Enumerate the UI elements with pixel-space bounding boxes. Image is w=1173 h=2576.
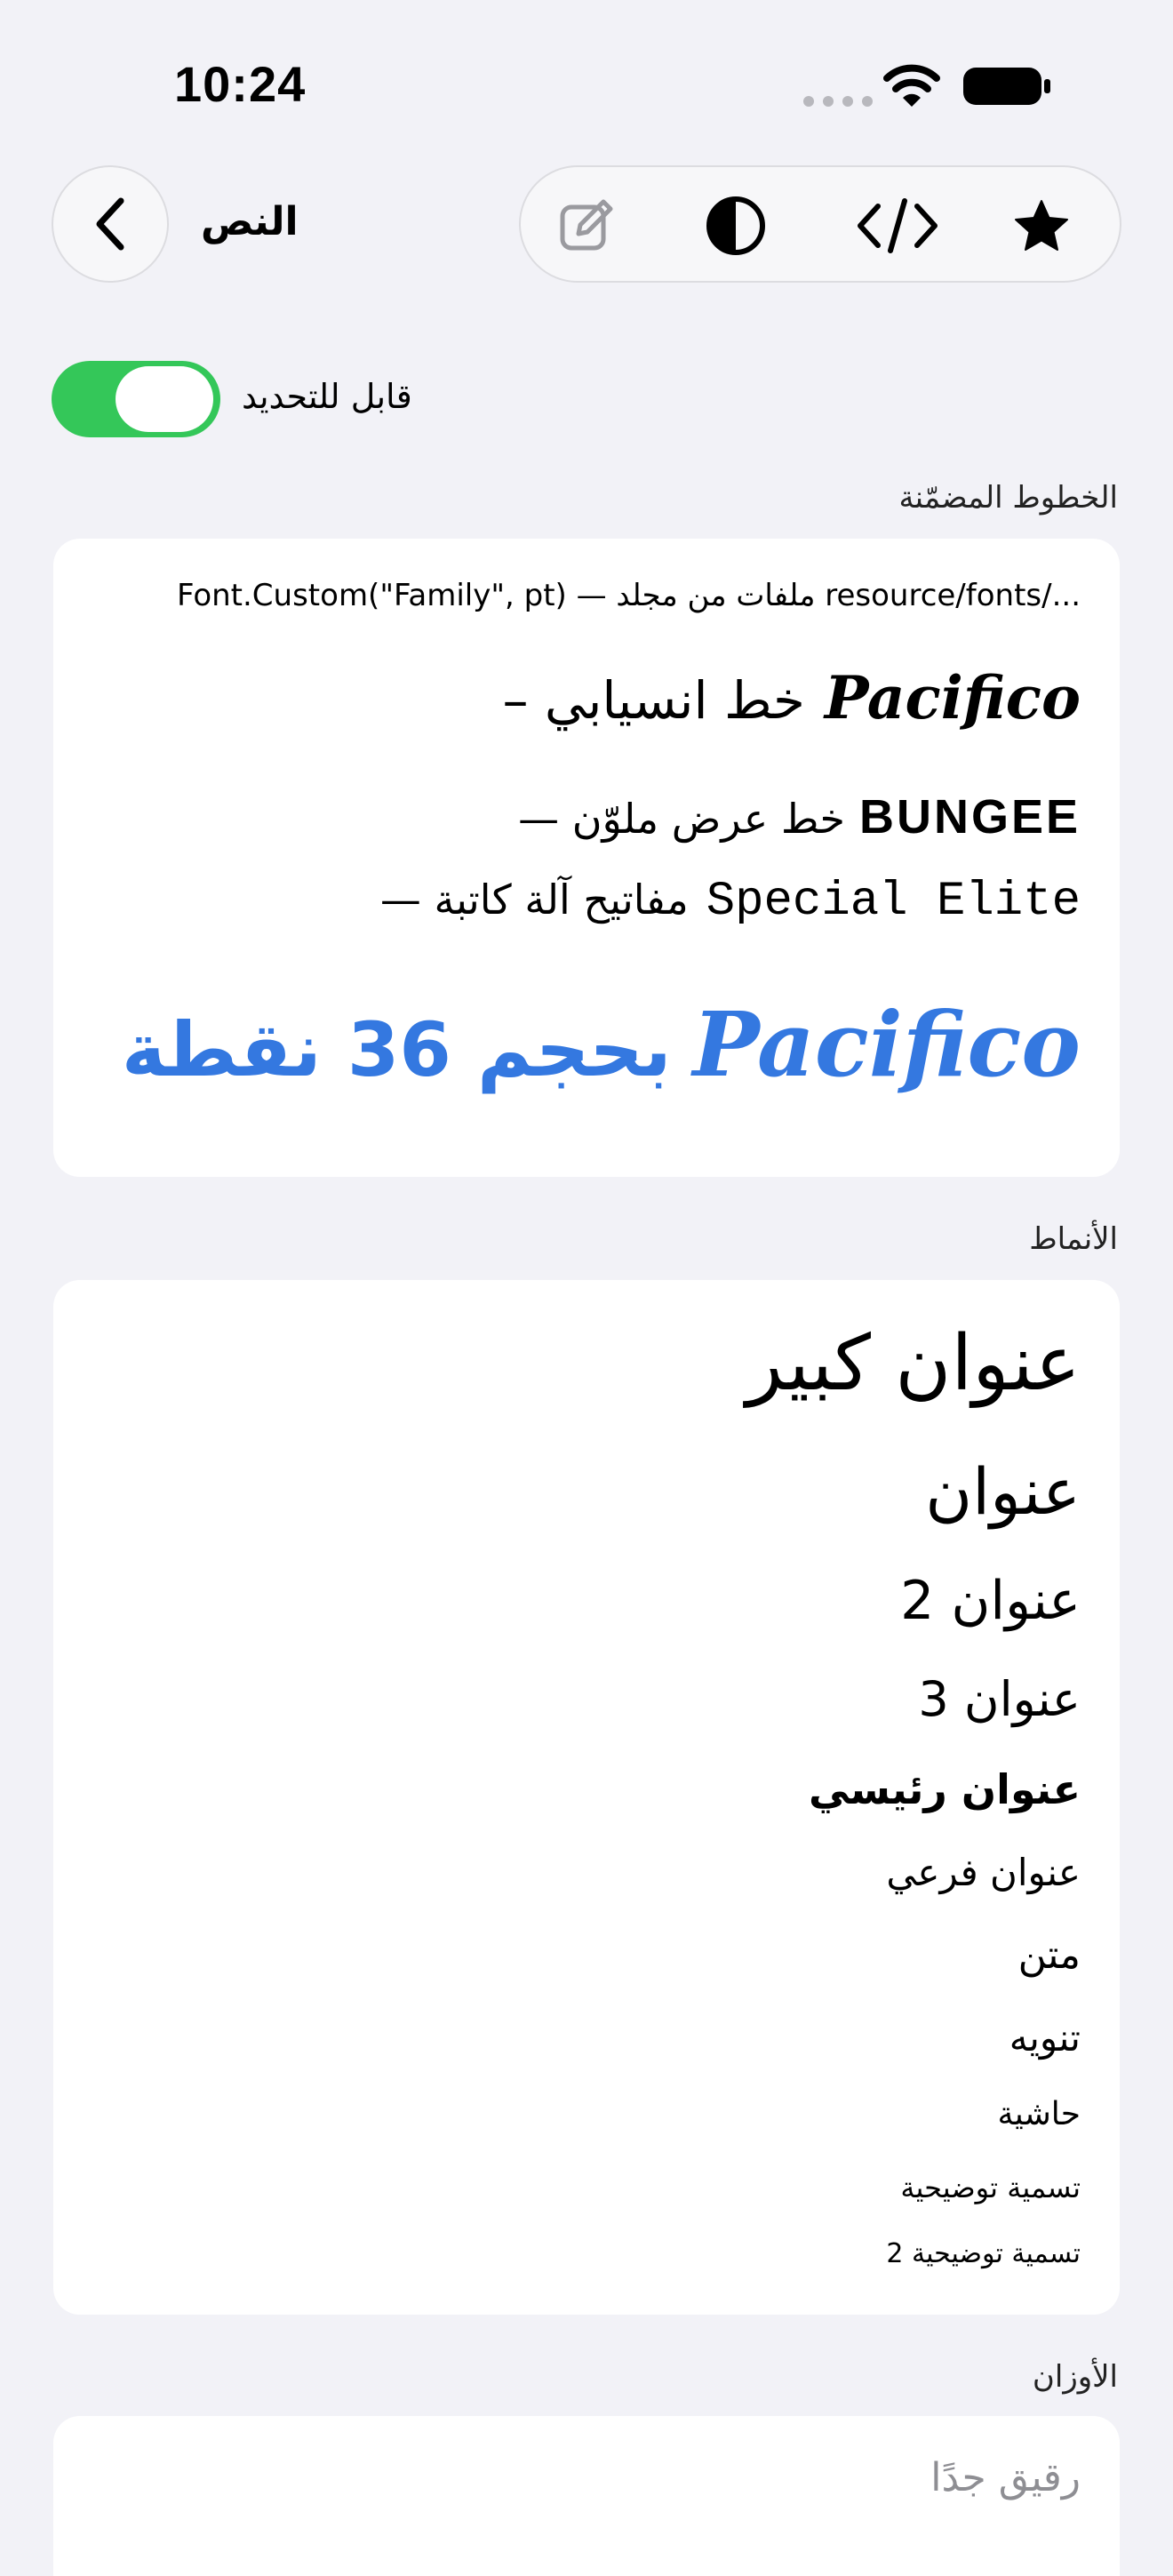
big-font-latin: Pacifico [692,992,1081,1097]
status-time: 10:24 [174,56,307,112]
style-title-2: عنوان 2 [900,1570,1081,1632]
style-body: متن [1017,1932,1081,1978]
toggle-knob [116,366,213,432]
section-header-weights: الأوزان [1032,2359,1118,2395]
style-title-3: عنوان 3 [918,1671,1081,1727]
style-title: عنوان [925,1454,1081,1529]
display-font-arabic: خط عرض ملوّن — [518,795,845,843]
battery-icon [963,68,1050,105]
wifi-icon [883,64,940,107]
weights-card: رقيق جدًا [53,2416,1120,2576]
page-title: النص [201,199,299,244]
section-header-styles: الأنماط [1029,1221,1118,1257]
style-subheadline: عنوان فرعي [886,1851,1081,1894]
compose-button[interactable] [551,190,622,261]
typewriter-font-arabic: مفاتيح آلة كاتبة — [379,876,689,924]
display-font-line: خط عرض ملوّن — BUNGEE [518,789,1081,844]
code-button[interactable] [853,190,942,261]
display-font-latin: BUNGEE [858,790,1081,844]
script-font-arabic: خط انسيابي – [502,670,805,731]
typewriter-font-line: مفاتيح آلة كاتبة — Special Elite [380,875,1081,929]
big-font-arabic: بحجم 36 نقطة [121,1006,672,1093]
weight-ultralight: رقيق جدًا [930,2455,1081,2500]
script-font-line: خط انسيابي – Pacifico [502,663,1081,732]
star-icon [1015,200,1068,251]
style-callout: تنويه [1009,2016,1081,2060]
code-icon [858,198,938,253]
favorite-button[interactable] [1006,190,1077,261]
style-caption-2: تسمية توضيحية 2 [886,2238,1081,2269]
toggle-label: قابل للتحديد [242,377,412,416]
styles-card: عنوان كبير عنوان عنوان 2 عنوان 3 عنوان ر… [53,1280,1120,2315]
style-caption: تسمية توضيحية [900,2171,1081,2204]
fonts-note: Font.Custom("Family", pt) — ملفات من مجل… [176,578,1081,613]
embedded-fonts-card: Font.Custom("Family", pt) — ملفات من مجل… [53,539,1120,1177]
style-footnote: حاشية [997,2096,1081,2132]
style-headline: عنوان رئيسي [809,1765,1081,1813]
section-header-embedded-fonts: الخطوط المضمّنة [898,480,1118,516]
compose-icon [560,199,613,251]
typewriter-font-latin: Special Elite [706,875,1081,929]
style-large-title: عنوان كبير [746,1319,1081,1408]
cellular-signal-icon [803,96,873,107]
contrast-icon [706,196,765,255]
chevron-left-icon [96,197,124,251]
contrast-button[interactable] [700,190,771,261]
selectable-toggle[interactable] [52,361,220,437]
back-button[interactable] [52,165,169,283]
big-font-line: بحجم 36 نقطة Pacifico [122,992,1081,1097]
toolbar [519,165,1121,283]
script-font-latin: Pacifico [824,663,1081,732]
